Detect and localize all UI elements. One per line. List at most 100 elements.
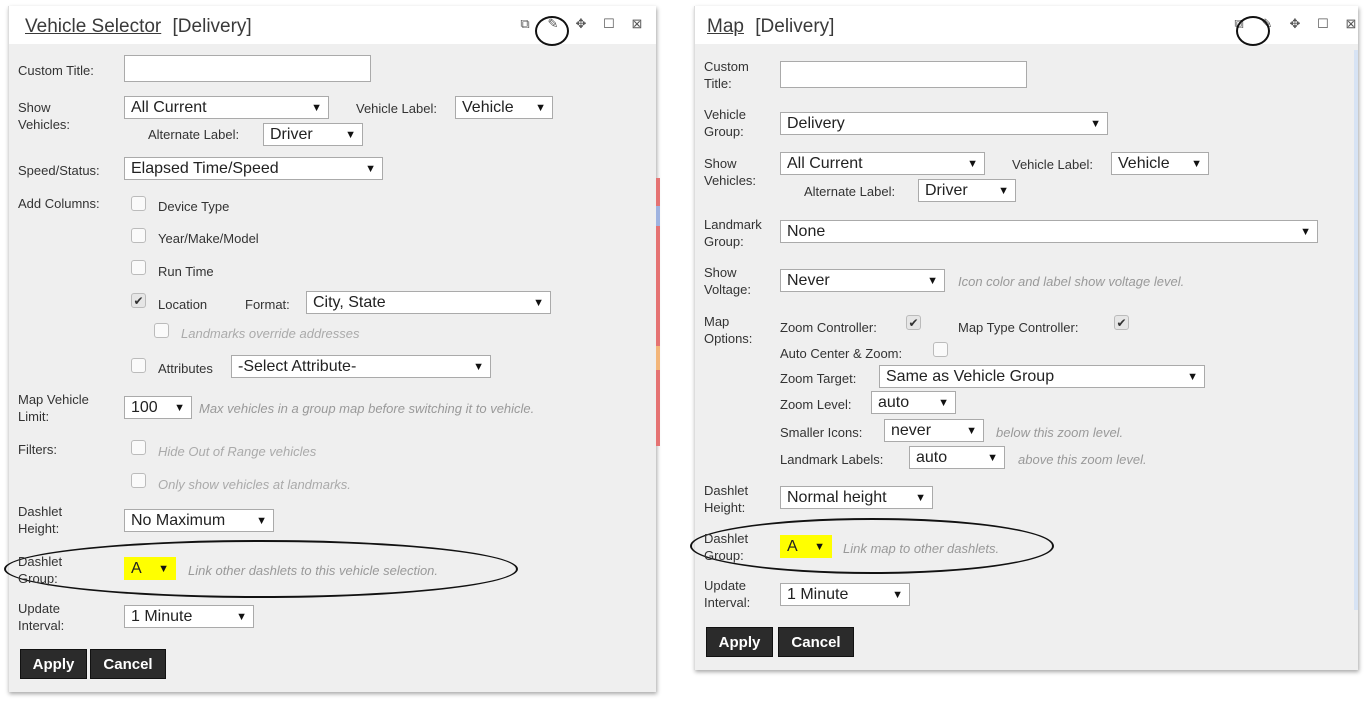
dropdown-arrow-icon: ▼ (1187, 370, 1198, 383)
dashlet-group-hint: Link other dashlets to this vehicle sele… (188, 563, 439, 578)
landmarks-override-label: Landmarks override addresses (181, 326, 360, 341)
dropdown-arrow-icon: ▼ (938, 396, 949, 409)
custom-title-label: Custom Title: (18, 63, 94, 78)
color-stripe (656, 370, 660, 446)
scrollbar[interactable] (1354, 50, 1358, 610)
smaller-icons-label: Smaller Icons: (780, 425, 863, 440)
map-vehicle-limit-select[interactable]: 100 ▼ (124, 396, 192, 419)
smaller-icons-select[interactable]: never ▼ (884, 419, 984, 442)
dropdown-arrow-icon: ▼ (987, 451, 998, 464)
dashlet-group-hint: Link map to other dashlets. (843, 541, 1000, 556)
landmark-group-select[interactable]: None ▼ (780, 220, 1318, 243)
vehicle-label-select[interactable]: Vehicle ▼ (1111, 152, 1209, 175)
show-vehicles-select[interactable]: All Current ▼ (124, 96, 329, 119)
color-stripe (656, 178, 660, 206)
dashlet-height-select[interactable]: No Maximum ▼ (124, 509, 274, 532)
panel-title: Map [Delivery] (707, 16, 834, 38)
zoom-level-label: Zoom Level: (780, 397, 852, 412)
dropdown-arrow-icon: ▼ (345, 128, 356, 141)
dropdown-arrow-icon: ▼ (814, 540, 825, 553)
update-interval-select[interactable]: 1 Minute ▼ (124, 605, 254, 628)
dropdown-arrow-icon: ▼ (535, 101, 546, 114)
dashlet-group-select[interactable]: A ▼ (780, 535, 832, 558)
filters-label: Filters: (18, 442, 57, 457)
auto-center-checkbox[interactable] (933, 342, 948, 357)
dashlet-group-select[interactable]: A ▼ (124, 557, 176, 580)
panel-title-main: Map (707, 16, 744, 37)
attribute-select[interactable]: -Select Attribute- ▼ (231, 355, 491, 378)
move-icon[interactable]: ✥ (1287, 16, 1303, 32)
vehicle-label-select[interactable]: Vehicle ▼ (455, 96, 553, 119)
dropdown-arrow-icon: ▼ (967, 157, 978, 170)
custom-title-input[interactable] (780, 61, 1027, 88)
vehicle-group-label: Vehicle Group: (704, 107, 746, 139)
landmark-labels-hint: above this zoom level. (1018, 452, 1147, 467)
dashlet-group-label: Dashlet Group: (18, 554, 63, 586)
map-options-label: Map Options: (704, 314, 753, 346)
add-columns-label: Add Columns: (18, 196, 100, 211)
checkmark-icon: ✔ (908, 315, 919, 330)
show-vehicles-label: Show Vehicles: (18, 100, 71, 132)
zoom-target-label: Zoom Target: (780, 371, 857, 386)
dropdown-arrow-icon: ▼ (915, 491, 926, 504)
panel-title-main: Vehicle Selector (25, 16, 162, 37)
device-type-checkbox[interactable] (131, 196, 146, 211)
hide-out-of-range-label: Hide Out of Range vehicles (158, 444, 317, 459)
landmark-labels-select[interactable]: auto ▼ (909, 446, 1005, 469)
close-icon[interactable]: ⊠ (1343, 16, 1359, 32)
speed-status-label: Speed/Status: (18, 163, 100, 178)
dropdown-arrow-icon: ▼ (158, 562, 169, 575)
custom-title-input[interactable] (124, 55, 371, 82)
zoom-level-select[interactable]: auto ▼ (871, 391, 956, 414)
dashlet-height-select[interactable]: Normal height ▼ (780, 486, 933, 509)
device-type-label: Device Type (158, 199, 230, 214)
alternate-label-label: Alternate Label: (148, 127, 240, 142)
show-voltage-hint: Icon color and label show voltage level. (958, 274, 1185, 289)
smaller-icons-hint: below this zoom level. (996, 425, 1124, 440)
alternate-label-select[interactable]: Driver ▼ (263, 123, 363, 146)
speed-status-select[interactable]: Elapsed Time/Speed ▼ (124, 157, 383, 180)
show-vehicles-select[interactable]: All Current ▼ (780, 152, 985, 175)
attributes-label: Attributes (158, 361, 213, 376)
dashlet-height-label: Dashlet Height: (704, 483, 749, 515)
annotation-circle (1236, 16, 1270, 46)
hide-out-of-range-checkbox[interactable] (131, 440, 146, 455)
apply-button[interactable]: Apply (706, 627, 773, 657)
location-checkbox[interactable]: ✔ (131, 293, 146, 308)
apply-button[interactable]: Apply (20, 649, 87, 679)
dropdown-arrow-icon: ▼ (998, 184, 1009, 197)
format-select[interactable]: City, State ▼ (306, 291, 551, 314)
map-type-controller-checkbox[interactable]: ✔ (1114, 315, 1129, 330)
dropdown-arrow-icon: ▼ (256, 514, 267, 527)
dropdown-arrow-icon: ▼ (311, 101, 322, 114)
dropdown-arrow-icon: ▼ (473, 360, 484, 373)
close-icon[interactable]: ⊠ (629, 16, 645, 32)
attributes-checkbox[interactable] (131, 358, 146, 373)
alternate-label-select[interactable]: Driver ▼ (918, 179, 1016, 202)
checkmark-icon: ✔ (1116, 315, 1127, 330)
move-icon[interactable]: ✥ (573, 16, 589, 32)
panel-title-sub: [Delivery] (172, 16, 252, 37)
dropdown-arrow-icon: ▼ (174, 401, 185, 414)
maximize-icon[interactable]: ☐ (1315, 16, 1331, 32)
landmarks-override-checkbox[interactable] (154, 323, 169, 338)
vehicle-group-select[interactable]: Delivery ▼ (780, 112, 1108, 135)
alternate-label-label: Alternate Label: (804, 184, 896, 199)
vehicle-label-label: Vehicle Label: (1012, 157, 1093, 172)
run-time-checkbox[interactable] (131, 260, 146, 275)
update-interval-select[interactable]: 1 Minute ▼ (780, 583, 910, 606)
dropdown-arrow-icon: ▼ (533, 296, 544, 309)
cancel-button[interactable]: Cancel (90, 649, 166, 679)
maximize-icon[interactable]: ☐ (601, 16, 617, 32)
checkmark-icon: ✔ (133, 293, 144, 308)
year-make-model-checkbox[interactable] (131, 228, 146, 243)
cancel-button[interactable]: Cancel (778, 627, 854, 657)
copy-icon[interactable]: ⧉ (517, 16, 533, 32)
update-interval-label: Update Interval: (704, 578, 751, 610)
dropdown-arrow-icon: ▼ (1090, 117, 1101, 130)
zoom-target-select[interactable]: Same as Vehicle Group ▼ (879, 365, 1205, 388)
year-make-model-label: Year/Make/Model (158, 231, 259, 246)
only-landmarks-checkbox[interactable] (131, 473, 146, 488)
show-voltage-select[interactable]: Never ▼ (780, 269, 945, 292)
zoom-controller-checkbox[interactable]: ✔ (906, 315, 921, 330)
